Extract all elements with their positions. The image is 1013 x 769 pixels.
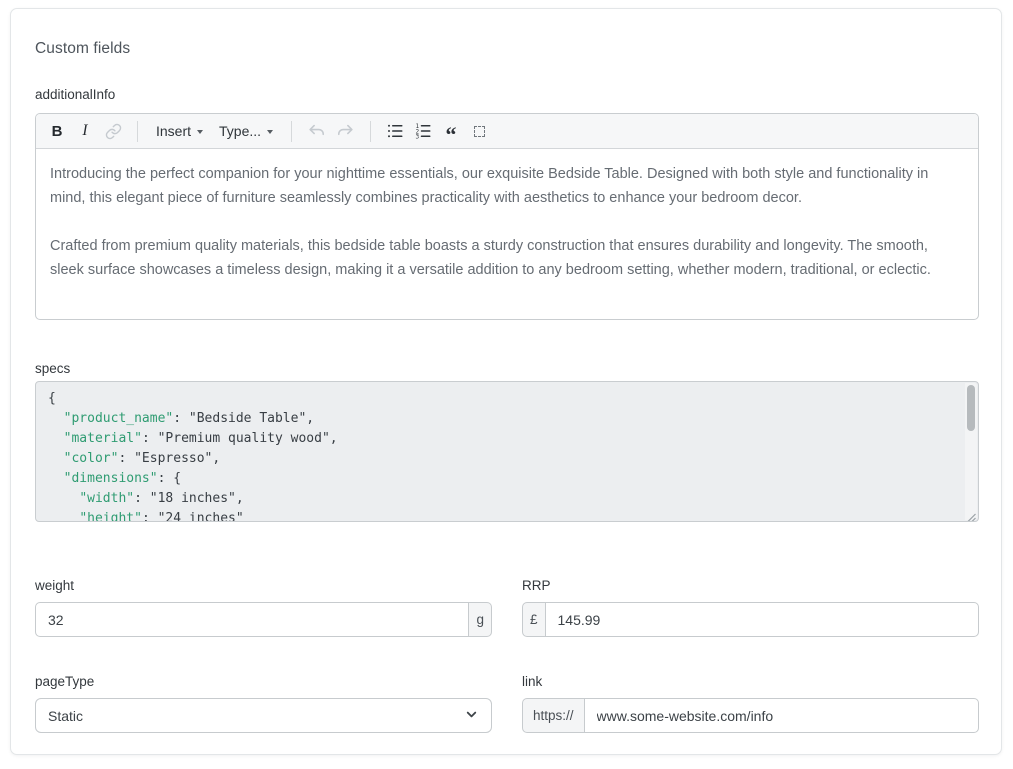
json-line: "width": "18 inches", bbox=[48, 489, 954, 509]
editor-paragraph: Introducing the perfect companion for yo… bbox=[50, 162, 964, 210]
weight-label: weight bbox=[35, 578, 492, 594]
specs-textarea[interactable]: { "product_name": "Bedside Table", "mate… bbox=[35, 381, 979, 522]
type-dropdown[interactable]: Type... bbox=[212, 118, 280, 144]
link-field-group: link https:// bbox=[522, 674, 979, 733]
blockquote-icon: “ bbox=[446, 130, 457, 140]
scrollbar[interactable] bbox=[965, 383, 977, 520]
page-type-field-group: pageType Static bbox=[35, 674, 492, 733]
rich-text-editor: B I Insert Type... bbox=[35, 113, 979, 320]
rrp-input[interactable] bbox=[545, 602, 979, 637]
link-label: link bbox=[522, 674, 979, 690]
specs-label: specs bbox=[35, 361, 977, 377]
field-row: weight g RRP £ bbox=[35, 578, 979, 637]
custom-fields-panel: Custom fields additionalInfo B I Inser bbox=[10, 8, 1002, 755]
page: Custom fields additionalInfo B I Inser bbox=[0, 0, 1013, 769]
bullet-list-button[interactable] bbox=[382, 118, 408, 144]
redo-button[interactable] bbox=[332, 118, 359, 144]
rrp-label: RRP bbox=[522, 578, 979, 594]
page-type-label: pageType bbox=[35, 674, 492, 690]
svg-text:3: 3 bbox=[416, 134, 420, 141]
undo-button[interactable] bbox=[303, 118, 330, 144]
bold-button[interactable]: B bbox=[44, 118, 70, 144]
json-line: "color": "Espresso", bbox=[48, 449, 954, 469]
url-scheme-addon: https:// bbox=[522, 698, 585, 733]
insert-dropdown[interactable]: Insert bbox=[149, 118, 210, 144]
redo-icon bbox=[336, 122, 355, 141]
resize-handle-icon[interactable] bbox=[966, 509, 976, 519]
json-line: "dimensions": { bbox=[48, 469, 954, 489]
undo-icon bbox=[307, 122, 326, 141]
weight-field-group: weight g bbox=[35, 578, 492, 637]
numbered-list-button[interactable]: 1 2 3 bbox=[410, 118, 436, 144]
rrp-field-group: RRP £ bbox=[522, 578, 979, 637]
panel-title: Custom fields bbox=[35, 39, 977, 58]
toolbar-divider bbox=[137, 121, 138, 142]
bullet-list-icon bbox=[386, 122, 404, 140]
json-line: "material": "Premium quality wood", bbox=[48, 429, 954, 449]
insert-dropdown-label: Insert bbox=[156, 123, 191, 139]
json-line: "product_name": "Bedside Table", bbox=[48, 409, 954, 429]
page-type-select[interactable]: Static bbox=[35, 698, 492, 733]
page-type-selected-value: Static bbox=[48, 708, 83, 724]
codeblock-button[interactable] bbox=[466, 118, 492, 144]
json-line: "height": "24 inches" bbox=[48, 509, 954, 522]
toolbar-divider bbox=[370, 121, 371, 142]
json-line: { bbox=[48, 389, 954, 409]
additional-info-label: additionalInfo bbox=[35, 87, 977, 103]
codeblock-icon bbox=[474, 126, 485, 137]
editor-content[interactable]: Introducing the perfect companion for yo… bbox=[36, 149, 978, 319]
specs-json: { "product_name": "Bedside Table", "mate… bbox=[36, 382, 978, 522]
chevron-down-icon bbox=[267, 130, 273, 134]
editor-toolbar: B I Insert Type... bbox=[36, 114, 978, 149]
field-row: pageType Static link https:// bbox=[35, 674, 979, 733]
link-button[interactable] bbox=[100, 118, 126, 144]
weight-input[interactable] bbox=[35, 602, 469, 637]
toolbar-divider bbox=[291, 121, 292, 142]
editor-paragraph: Crafted from premium quality materials, … bbox=[50, 234, 964, 282]
italic-button[interactable]: I bbox=[72, 118, 98, 144]
type-dropdown-label: Type... bbox=[219, 123, 261, 139]
numbered-list-icon: 1 2 3 bbox=[414, 122, 432, 140]
chevron-down-icon bbox=[197, 130, 203, 134]
link-input[interactable] bbox=[584, 698, 979, 733]
blockquote-button[interactable]: “ bbox=[438, 118, 464, 144]
currency-addon: £ bbox=[522, 602, 546, 637]
weight-unit-addon: g bbox=[468, 602, 492, 637]
chevron-down-icon bbox=[464, 707, 479, 725]
link-icon bbox=[105, 123, 122, 140]
scrollbar-thumb[interactable] bbox=[967, 385, 975, 431]
